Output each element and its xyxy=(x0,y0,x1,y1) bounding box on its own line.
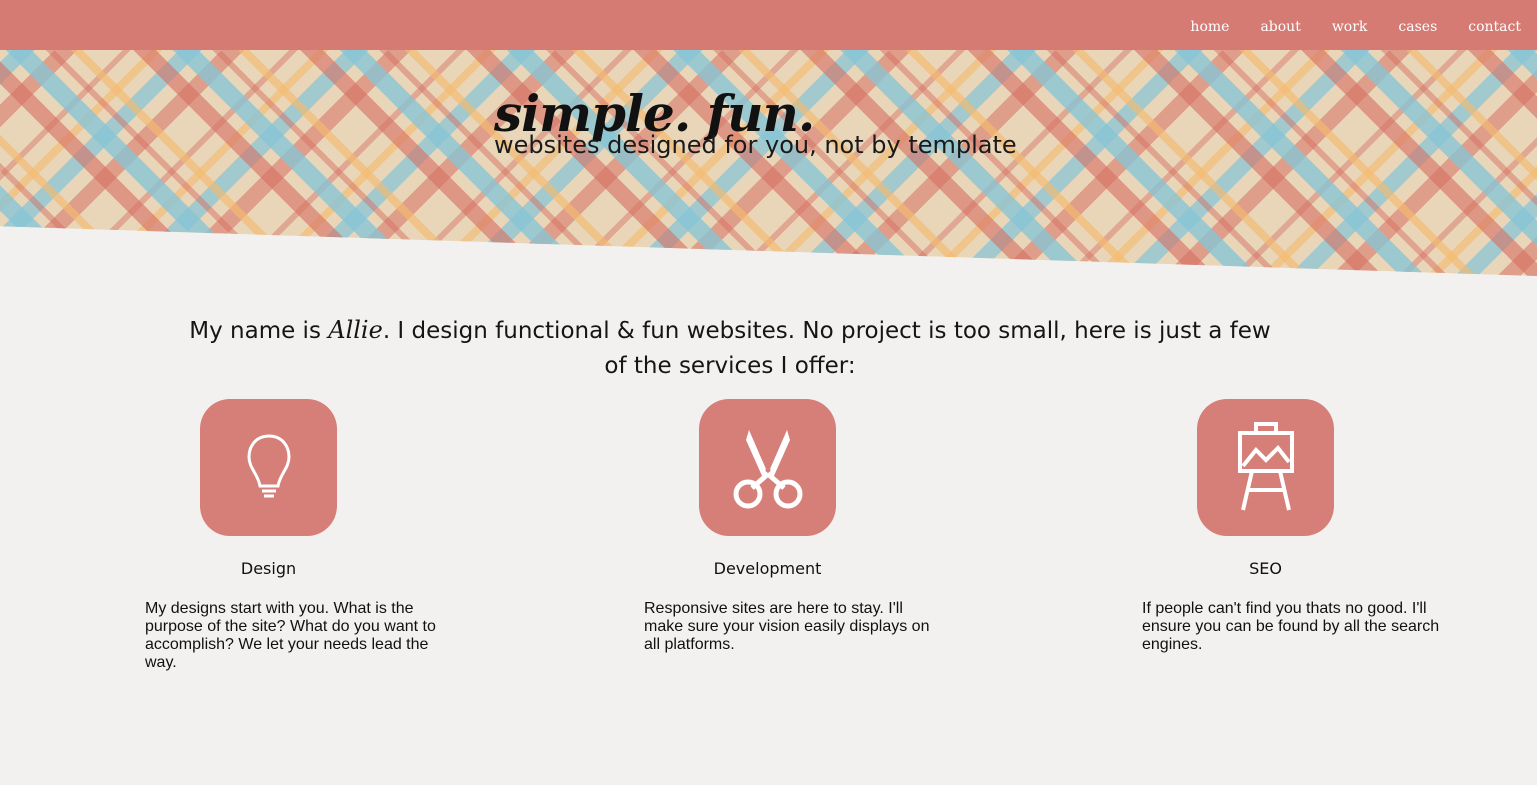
scissors-icon xyxy=(733,429,802,508)
service-seo: SEO If people can't find you thats no go… xyxy=(1142,399,1442,654)
nav-link-about[interactable]: about xyxy=(1260,19,1300,35)
top-navbar: home about work cases contact xyxy=(0,0,1537,50)
nav-link-home[interactable]: home xyxy=(1190,19,1229,35)
intro-name: Allie xyxy=(328,316,383,344)
easel-icon xyxy=(1237,421,1294,510)
hero-tagline: simple. fun. websites designed for you, … xyxy=(494,88,1017,159)
intro-before: My name is xyxy=(189,318,329,344)
service-development: Development Responsive sites are here to… xyxy=(644,399,944,654)
service-description: If people can't find you thats no good. … xyxy=(1142,600,1440,653)
nav-link-contact[interactable]: contact xyxy=(1468,19,1521,35)
service-title: Development xyxy=(713,559,822,578)
service-description: My designs start with you. What is the p… xyxy=(145,600,436,671)
nav-menu: home about work cases contact xyxy=(1159,16,1521,35)
service-design: Design My designs start with you. What i… xyxy=(145,399,445,672)
nav-link-cases[interactable]: cases xyxy=(1398,19,1437,35)
service-title: Design xyxy=(240,559,297,578)
intro-after: . I design functional & fun websites. No… xyxy=(382,318,1271,379)
hero-subtitle: websites designed for you, not by templa… xyxy=(494,131,1017,159)
service-description: Responsive sites are here to stay. I'll … xyxy=(644,600,930,653)
service-icon-box xyxy=(1197,399,1334,536)
service-title: SEO xyxy=(1249,559,1282,578)
nav-link-work[interactable]: work xyxy=(1332,19,1368,35)
lightbulb-icon xyxy=(246,433,291,497)
service-icon-box xyxy=(699,399,836,536)
service-icon-box xyxy=(200,399,337,536)
intro-text: My name is Allie. I design functional & … xyxy=(180,313,1280,384)
